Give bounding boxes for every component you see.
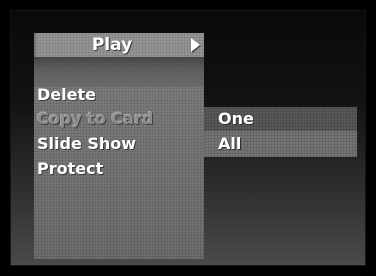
triangle-right-icon — [191, 38, 200, 52]
menu-item-copy-to-card[interactable]: Copy to Card — [37, 107, 153, 131]
submenu-item-one[interactable]: One — [218, 107, 254, 131]
play-menu-header[interactable]: Play — [36, 33, 204, 57]
menu-item-protect[interactable]: Protect — [37, 157, 103, 181]
play-menu-title: Play — [91, 35, 133, 55]
menu-item-slide-show[interactable]: Slide Show — [37, 132, 136, 156]
submenu-item-all[interactable]: All — [218, 132, 241, 156]
camera-lcd-frame: Play Delete Copy to Card Slide Show Prot… — [0, 0, 376, 276]
menu-item-delete[interactable]: Delete — [37, 83, 96, 107]
